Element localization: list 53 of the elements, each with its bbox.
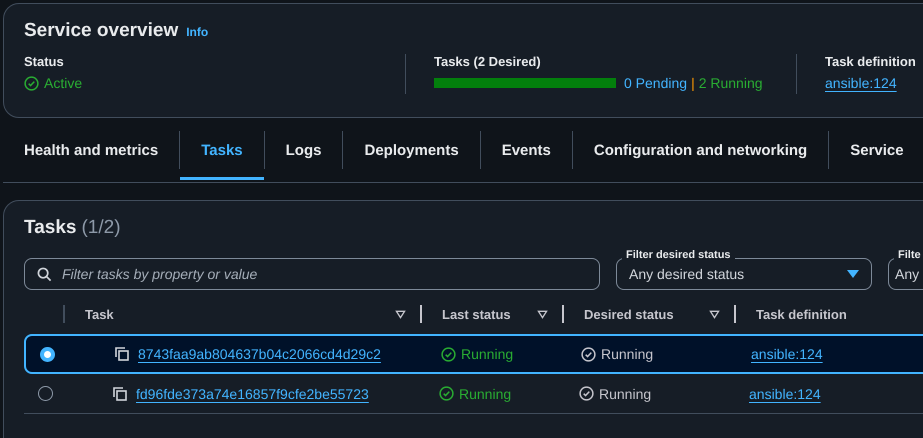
radio-button[interactable] <box>40 346 54 362</box>
sort-icon[interactable] <box>709 310 720 318</box>
running-count: 2 Running <box>698 75 763 91</box>
task-definition-link[interactable]: ansible:124 <box>825 75 897 91</box>
tab[interactable]: Deployments <box>343 120 480 180</box>
column-header: Last status <box>442 306 511 322</box>
tab[interactable]: Tasks <box>180 120 264 180</box>
status-filter-dropdown[interactable]: Any <box>888 258 923 290</box>
tab[interactable]: Service <box>829 120 923 180</box>
separator: | <box>691 75 695 91</box>
last-status: Running <box>459 386 512 402</box>
tasks-label: Tasks (2 Desired) <box>434 54 542 69</box>
copy-icon[interactable] <box>112 386 128 402</box>
panel-title: Service overview <box>24 20 178 42</box>
status-label: Status <box>24 54 65 69</box>
task-definition-label: Task definition <box>825 54 916 69</box>
filter-label: Filte <box>894 249 923 261</box>
panel-title: Tasks <box>24 217 76 239</box>
dropdown-caret-icon <box>847 270 859 278</box>
table-row[interactable]: fd96fde373a74e16857f9cfe2be55723 Running Running ansible:124 <box>24 374 923 414</box>
copy-icon[interactable] <box>114 346 130 362</box>
check-circle-icon <box>441 346 456 362</box>
table-row[interactable]: 8743faa9ab804637b04c2066cd4d29c2 Running Running ansible:124 <box>24 334 923 374</box>
tab[interactable]: Logs <box>264 120 342 180</box>
sort-icon[interactable] <box>395 310 406 318</box>
column-header: Task <box>85 306 114 322</box>
search-icon <box>37 266 52 282</box>
status-value: Active <box>44 75 82 91</box>
status-filter-dropdown[interactable]: Any desired status <box>616 258 872 290</box>
check-circle-icon <box>24 76 39 90</box>
sort-icon[interactable] <box>537 310 548 318</box>
info-link[interactable]: Info <box>186 25 208 39</box>
desired-status: Running <box>601 346 654 362</box>
task-id-link[interactable]: fd96fde373a74e16857f9cfe2be55723 <box>136 386 369 402</box>
search-input[interactable]: Filter tasks by property or value <box>60 265 587 283</box>
task-id-link[interactable]: 8743faa9ab804637b04c2066cd4d29c2 <box>138 346 381 362</box>
task-definition-link[interactable]: ansible:124 <box>751 346 823 362</box>
filter-label: Filter desired status <box>622 249 735 261</box>
check-circle-icon <box>439 386 454 401</box>
task-definition-link[interactable]: ansible:124 <box>749 386 821 402</box>
tab[interactable]: Events <box>480 120 572 180</box>
desired-status: Running <box>599 386 652 402</box>
last-status: Running <box>461 346 514 362</box>
task-count: (1/2) <box>81 217 121 239</box>
column-header: Desired status <box>584 306 674 322</box>
search-box[interactable]: Filter tasks by property or value <box>24 258 600 290</box>
check-circle-icon <box>581 346 596 362</box>
check-circle-icon <box>579 386 594 401</box>
tab[interactable]: Health and metrics <box>3 120 180 180</box>
pending-count: 0 Pending <box>624 75 688 91</box>
column-header: Task definition <box>756 306 847 322</box>
tab[interactable]: Configuration and networking <box>572 120 828 180</box>
radio-button[interactable] <box>38 386 52 401</box>
